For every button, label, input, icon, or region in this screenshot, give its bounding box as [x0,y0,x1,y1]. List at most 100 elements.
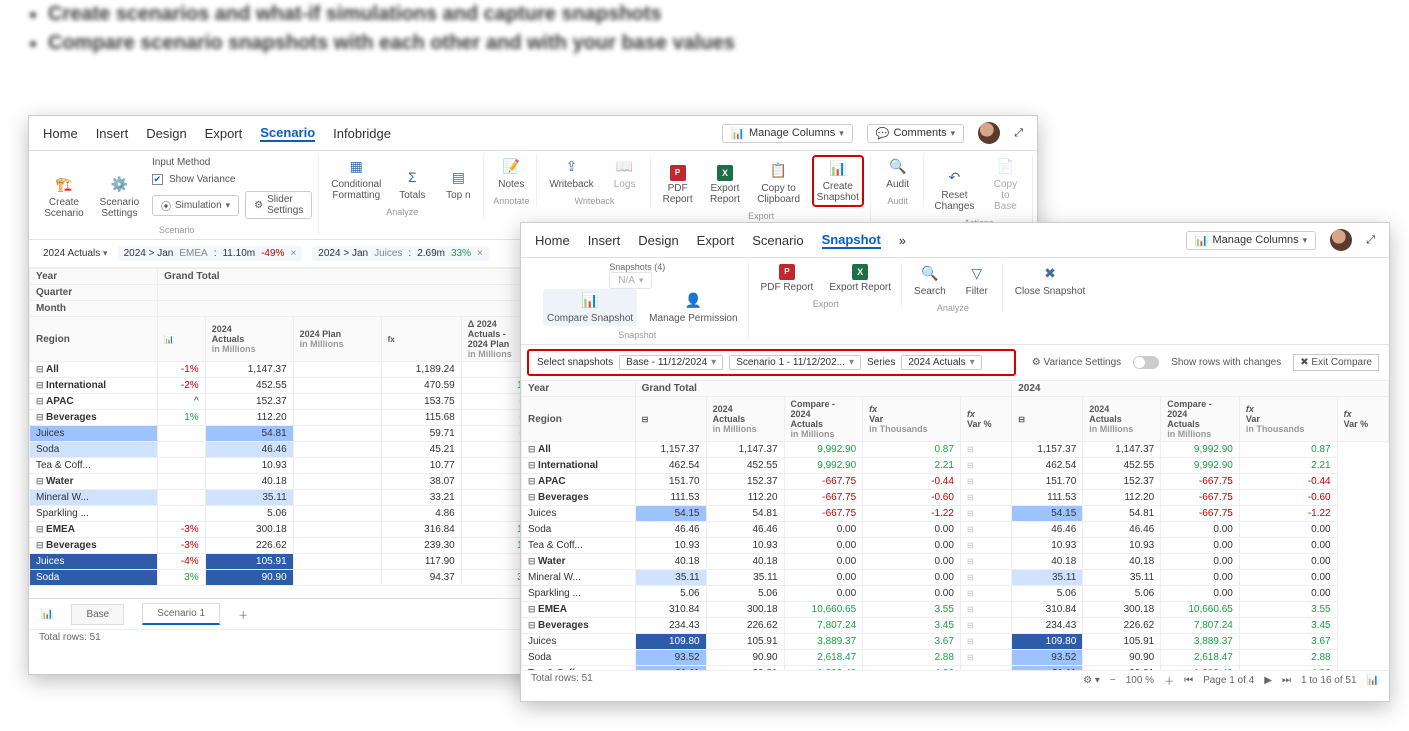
slider-settings-button[interactable]: ⚙Slider Settings [245,191,312,219]
status-bar-2: Total rows: 51 ⚙ ▾ − 100 % ＋ ⏮ Page 1 of… [521,670,1389,690]
sigma-icon: Σ [402,168,422,188]
create-scenario-button[interactable]: 🏗️Create Scenario [41,173,87,221]
manage-columns-button[interactable]: 📊Manage Columns▾ [1186,231,1316,250]
undo-icon: ↶ [944,168,964,188]
sheet-tab-base[interactable]: Base [71,604,124,625]
show-rows-toggle[interactable] [1133,356,1159,369]
top-n-button[interactable]: ▤Top n [439,166,477,203]
page-last-button[interactable]: ⏭ [1282,675,1291,686]
export-report-button[interactable]: XExport Report [705,163,746,207]
zoom-in-button[interactable]: ＋ [1164,673,1174,688]
ribbon-tabs-1: Home Insert Design Export Scenario Infob… [29,116,1037,151]
snapshot-toolbar: Snapshots (4) N/A▾ 📊Compare Snapshot 👤Ma… [521,258,1389,345]
comments-button[interactable]: 💬Comments▾ [867,124,964,143]
avatar[interactable] [1330,229,1352,251]
show-variance-checkbox[interactable]: ✔ [152,174,163,185]
copy-clipboard-button[interactable]: 📋Copy to Clipboard [753,159,804,207]
notes-button[interactable]: 📝Notes [492,155,530,192]
compare-snapshot-dropdown[interactable]: Scenario 1 - 11/12/202...▾ [729,355,861,370]
reset-changes-button[interactable]: ↶Reset Changes [932,166,977,214]
snapshot-window: Home Insert Design Export Scenario Snaps… [520,222,1390,702]
pdf-report-button[interactable]: PPDF Report [757,262,818,295]
expand-icon[interactable]: ⤢ [1014,127,1023,140]
gear-icon: ⚙️ [109,175,129,195]
page-next-button[interactable]: ▶ [1264,675,1272,686]
exit-compare-button[interactable]: ✖ Exit Compare [1293,354,1379,371]
select-snapshots-bar: Select snapshots Base - 11/12/2024▾ Scen… [527,349,1016,376]
tab-insert[interactable]: Insert [96,126,129,141]
snapshot-grid[interactable]: YearGrand Total2024Region⊟2024Actualsin … [521,380,1389,670]
search-icon: 🔍 [920,264,940,284]
page-first-button[interactable]: ⏮ [1184,675,1193,686]
filter-pill-1[interactable]: 2024 > JanEMEA:11.10m-49%× [118,246,303,261]
book-icon: 📖 [615,157,635,177]
chevron-down-icon: ▾ [839,128,844,139]
simulation-dropdown[interactable]: ⦿Simulation▾ [152,195,239,216]
tab-snapshot[interactable]: Snapshot [822,232,881,249]
totals-button[interactable]: ΣTotals [393,166,431,203]
page-label: Page 1 of 4 [1203,675,1254,686]
total-rows-label: Total rows: 51 [39,632,101,643]
tab-design[interactable]: Design [638,233,678,248]
close-snapshot-button[interactable]: ✖Close Snapshot [1011,262,1090,299]
tab-infobridge[interactable]: Infobridge [333,126,391,141]
tab-design[interactable]: Design [146,126,186,141]
tab-export[interactable]: Export [205,126,243,141]
series-dropdown[interactable]: 2024 Actuals ▾ [43,248,108,259]
avatar[interactable] [978,122,1000,144]
filter-icon: ▽ [967,264,987,284]
settings-icon[interactable]: ⚙ ▾ [1083,675,1100,686]
tab-home[interactable]: Home [43,126,78,141]
snapshots-count: Snapshots (4) [609,262,665,272]
close-icon[interactable]: × [290,248,296,259]
search-button[interactable]: 🔍Search [910,262,950,299]
filter-button[interactable]: ▽Filter [958,262,996,299]
manage-columns-button[interactable]: 📊Manage Columns▾ [722,124,852,143]
create-snapshot-button[interactable]: 📊Create Snapshot [812,155,864,207]
format-icon: ▦ [346,157,366,177]
bullet-2: Compare scenario snapshots with each oth… [48,32,735,55]
total-rows-label: Total rows: 51 [531,673,593,688]
building-icon: 🏗️ [54,175,74,195]
copy-to-base-button[interactable]: 📄Copy to Base [985,155,1026,214]
writeback-button[interactable]: ⇪Writeback [545,155,597,192]
copy-icon: 📄 [995,157,1015,177]
filter-pill-2[interactable]: 2024 > JanJuices:2.69m33%× [312,246,489,261]
excel-icon: X [717,165,733,181]
manage-permission-button[interactable]: 👤Manage Permission [645,289,741,326]
add-sheet-button[interactable]: ＋ [238,607,248,622]
chart-icon[interactable]: 📊 [1367,675,1379,686]
series-label: Series [867,357,895,368]
base-snapshot-dropdown[interactable]: Base - 11/12/2024▾ [619,355,723,370]
close-icon[interactable]: × [477,248,483,259]
audit-button[interactable]: 🔍Audit [879,155,917,192]
show-rows-label: Show rows with changes [1171,357,1281,368]
tab-home[interactable]: Home [535,233,570,248]
tab-export[interactable]: Export [697,233,735,248]
tab-scenario[interactable]: Scenario [752,233,803,248]
compare-snapshot-button[interactable]: 📊Compare Snapshot [543,289,637,326]
logs-button[interactable]: 📖Logs [606,155,644,192]
close-icon: ✖ [1040,264,1060,284]
clipboard-icon: 📋 [769,161,789,181]
export-report-button[interactable]: XExport Report [825,262,895,295]
scenario-settings-button[interactable]: ⚙️Scenario Settings [95,173,144,221]
pdf-icon: P [779,264,795,280]
note-icon: 📝 [501,157,521,177]
variance-settings-link[interactable]: ⚙ Variance Settings [1032,357,1121,368]
zoom-level: 100 % [1126,675,1154,686]
conditional-formatting-button[interactable]: ▦Conditional Formatting [327,155,385,203]
expand-icon[interactable]: ⤢ [1366,234,1375,247]
excel-icon: X [852,264,868,280]
zoom-out-button[interactable]: − [1110,675,1116,686]
upload-icon: ⇪ [561,157,581,177]
snapshot-na-dropdown[interactable]: N/A▾ [609,272,652,289]
sheet-tab-scenario1[interactable]: Scenario 1 [142,603,220,625]
pdf-icon: P [670,165,686,181]
snapshot-icon: 📊 [828,159,848,179]
tab-insert[interactable]: Insert [588,233,621,248]
tab-scenario[interactable]: Scenario [260,125,315,142]
tabs-overflow[interactable]: » [899,233,906,248]
pdf-report-button[interactable]: PPDF Report [659,163,697,207]
series-dropdown[interactable]: 2024 Actuals▾ [901,355,981,370]
